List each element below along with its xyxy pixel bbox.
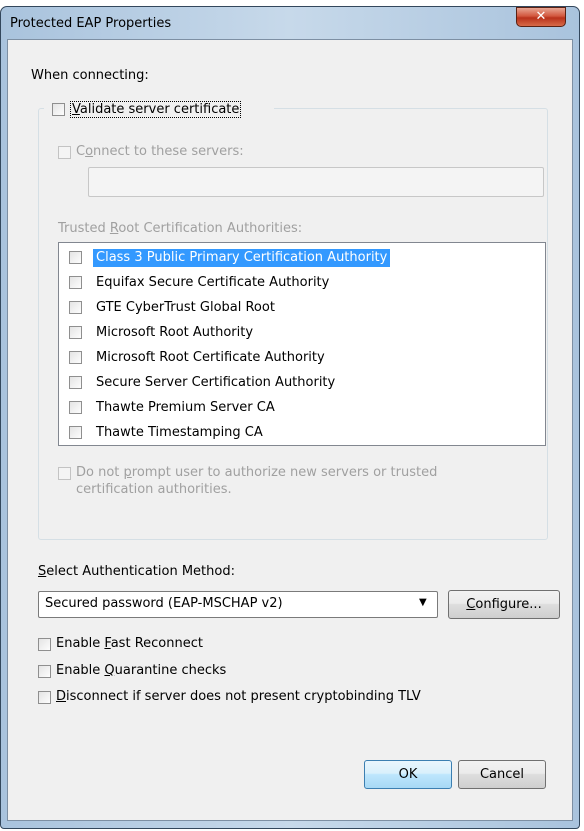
ca-name: Thawte Timestamping CA — [96, 425, 263, 440]
no-prompt-label-line2: certification authorities. — [76, 482, 232, 497]
configure-button[interactable]: Configure... — [448, 590, 560, 619]
dialog-window: Protected EAP Properties ✕ When connecti… — [0, 6, 580, 829]
connect-mnemonic: o — [85, 144, 94, 159]
quarantine-box[interactable] — [38, 665, 51, 678]
ca-name: Class 3 Public Primary Certification Aut… — [93, 249, 391, 267]
window-title: Protected EAP Properties — [10, 16, 172, 31]
dialog-client-area: When connecting: Validate server certifi… — [7, 39, 573, 821]
ca-name: Equifax Secure Certificate Authority — [96, 275, 330, 290]
auth-method-value: Secured password (EAP-MSCHAP v2) — [45, 596, 283, 611]
connect-label-pre: C — [76, 144, 86, 159]
no-prompt-rest: rompt user to authorize new servers or t… — [131, 465, 438, 480]
connect-servers-checkbox[interactable]: Connect to these servers: — [58, 144, 298, 162]
ca-checkbox[interactable] — [69, 326, 82, 339]
ca-checkbox[interactable] — [69, 276, 82, 289]
quarantine-checkbox[interactable]: Enable Quarantine checks — [38, 663, 298, 681]
connect-servers-box[interactable] — [58, 146, 71, 159]
connect-label-rest: nnect to these servers: — [93, 144, 244, 159]
ca-checkbox[interactable] — [69, 376, 82, 389]
disconnect-mnemonic: D — [56, 689, 67, 704]
title-bar[interactable]: Protected EAP Properties ✕ — [1, 7, 579, 39]
configure-mnemonic: C — [466, 597, 476, 612]
no-prompt-label-line1: Do not prompt user to authorize new serv… — [76, 465, 437, 480]
validate-certificate-label: Validate server certificate — [70, 101, 242, 118]
ca-checkbox[interactable] — [69, 401, 82, 414]
ca-list-item[interactable]: Equifax Secure Certificate Authority — [59, 270, 539, 295]
close-button[interactable]: ✕ — [516, 7, 566, 27]
quarantine-label: Enable Quarantine checks — [56, 663, 226, 678]
ca-name: Secure Server Certification Authority — [96, 375, 336, 390]
quarantine-pre: Enable — [56, 663, 105, 678]
ca-list-item[interactable]: Thawte Premium Server CA — [59, 395, 539, 420]
connect-servers-label: Connect to these servers: — [76, 144, 244, 159]
trusted-label-pre: Trusted — [58, 221, 110, 236]
ca-list-item[interactable]: Microsoft Root Certificate Authority — [59, 345, 539, 370]
auth-method-select[interactable]: Secured password (EAP-MSCHAP v2) ▼ — [38, 591, 438, 618]
disconnect-label: Disconnect if server does not present cr… — [56, 689, 421, 704]
fast-reconnect-pre: Enable — [56, 636, 105, 651]
ca-list-item[interactable]: Class 3 Public Primary Certification Aut… — [59, 245, 539, 270]
servers-input[interactable] — [88, 167, 544, 197]
fast-reconnect-rest: ast Reconnect — [110, 636, 203, 651]
disconnect-rest: isconnect if server does not present cry… — [66, 689, 421, 704]
ca-list-item[interactable]: Secure Server Certification Authority — [59, 370, 539, 395]
ca-name: Thawte Premium Server CA — [96, 400, 275, 415]
quarantine-rest: uarantine checks — [114, 663, 227, 678]
configure-label-rest: onfigure... — [475, 597, 542, 612]
validate-certificate-box[interactable] — [52, 103, 65, 116]
trusted-roots-label: Trusted Root Certification Authorities: — [58, 221, 302, 236]
validate-label-rest: alidate server certificate — [79, 102, 240, 117]
disconnect-box[interactable] — [38, 691, 51, 704]
fast-reconnect-label: Enable Fast Reconnect — [56, 636, 203, 651]
no-prompt-checkbox[interactable]: Do not prompt user to authorize new serv… — [58, 465, 518, 505]
ca-list-item[interactable]: Thawte Timestamping CA — [59, 420, 539, 445]
ca-checkbox[interactable] — [69, 426, 82, 439]
quarantine-mnemonic: Q — [104, 663, 115, 678]
trusted-label-rest: oot Certification Authorities: — [118, 221, 303, 236]
when-connecting-label: When connecting: — [31, 68, 149, 83]
close-icon: ✕ — [535, 9, 547, 24]
ok-button[interactable]: OK — [364, 760, 452, 789]
ca-checkbox[interactable] — [69, 351, 82, 364]
ca-name: Microsoft Root Authority — [96, 325, 254, 340]
ca-list-item[interactable]: Microsoft Root Authority — [59, 320, 539, 345]
ca-name: Microsoft Root Certificate Authority — [96, 350, 325, 365]
cancel-button[interactable]: Cancel — [458, 760, 546, 789]
ca-checkbox[interactable] — [69, 301, 82, 314]
validate-certificate-checkbox[interactable]: Validate server certificate — [44, 100, 274, 120]
disconnect-checkbox[interactable]: Disconnect if server does not present cr… — [38, 689, 558, 707]
no-prompt-mnemonic: p — [123, 465, 132, 480]
chevron-down-icon[interactable]: ▼ — [419, 597, 427, 608]
no-prompt-pre: Do not — [76, 465, 124, 480]
auth-method-label: Select Authentication Method: — [38, 564, 235, 579]
trusted-ca-list[interactable]: Class 3 Public Primary Certification Aut… — [58, 242, 546, 446]
auth-label-rest: elect Authentication Method: — [46, 564, 235, 579]
validate-mnemonic: V — [72, 102, 80, 117]
ca-name: GTE CyberTrust Global Root — [96, 300, 275, 315]
ca-list-item[interactable]: GTE CyberTrust Global Root — [59, 295, 539, 320]
fast-reconnect-box[interactable] — [38, 638, 51, 651]
fast-reconnect-checkbox[interactable]: Enable Fast Reconnect — [38, 636, 298, 654]
no-prompt-box[interactable] — [58, 467, 71, 480]
ca-checkbox[interactable] — [69, 251, 82, 264]
